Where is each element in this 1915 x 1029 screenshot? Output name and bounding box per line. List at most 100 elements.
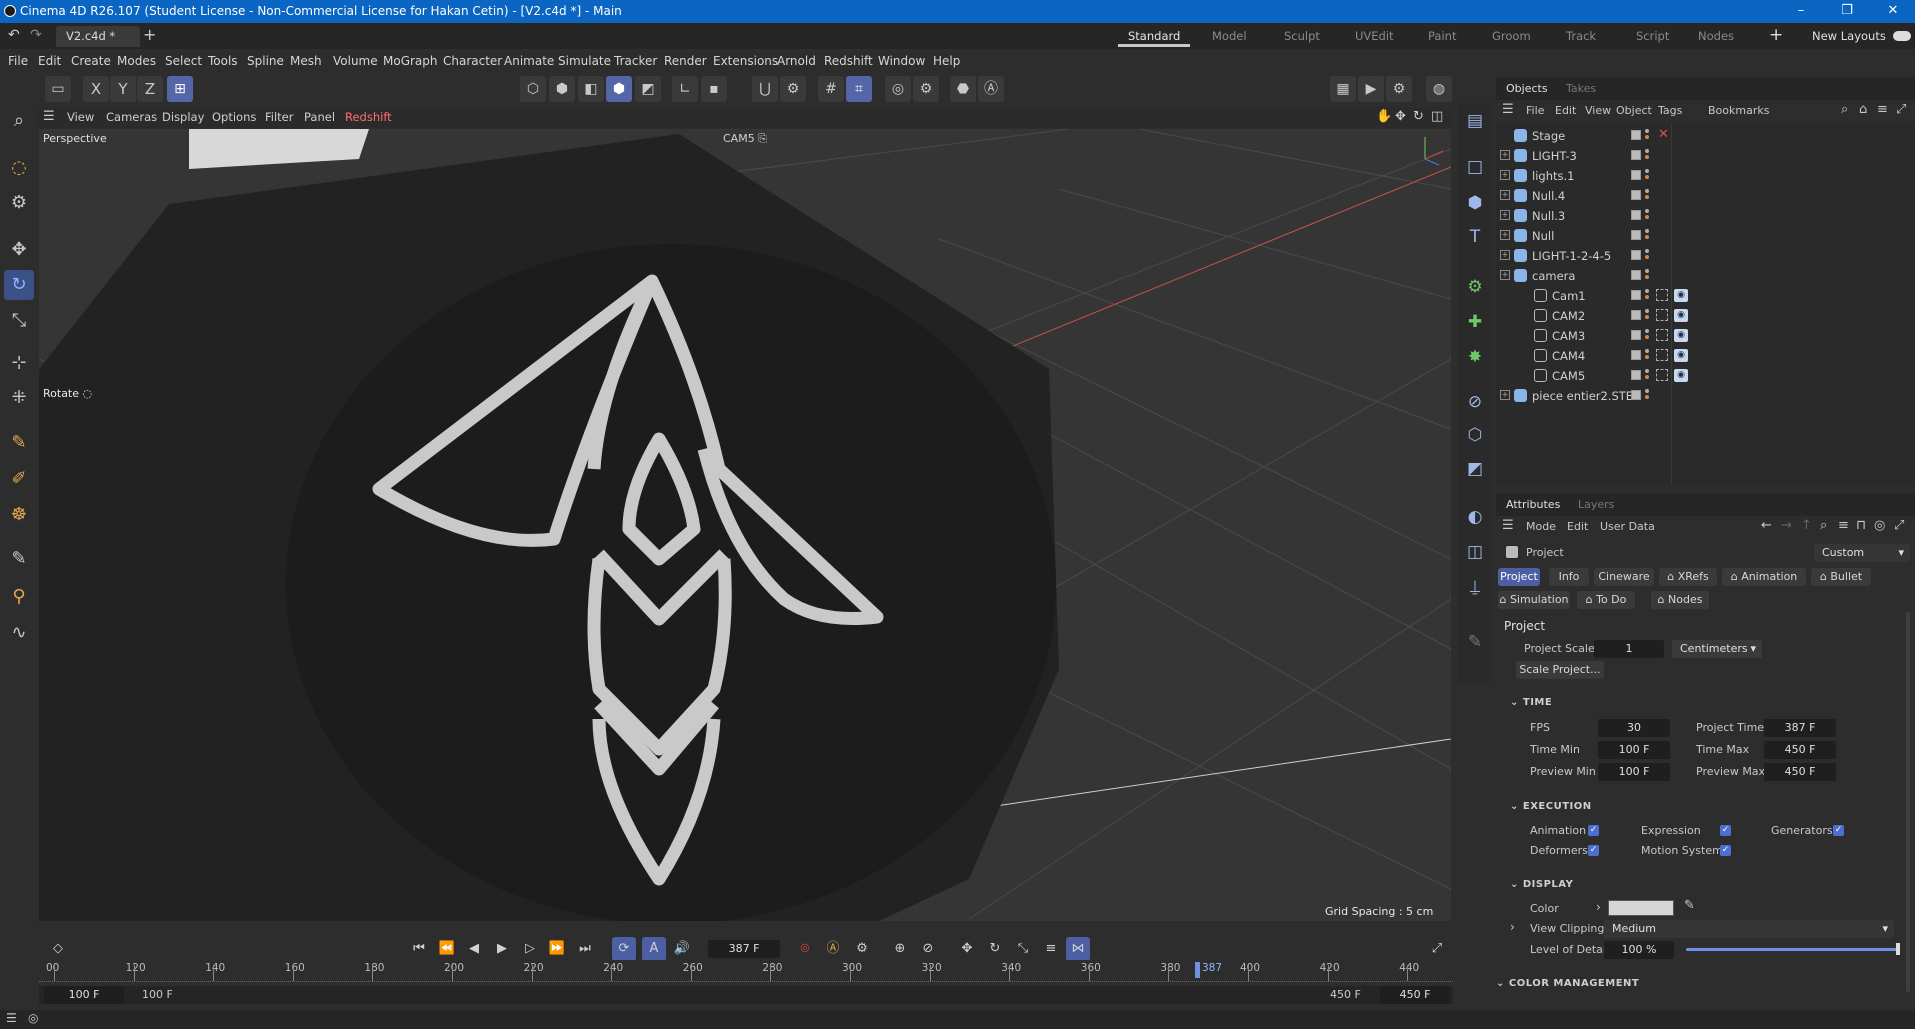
execution-section-header[interactable]: ⌄ EXECUTION — [1510, 801, 1592, 812]
menu-extensions[interactable]: Extensions — [713, 54, 778, 68]
menu-tools[interactable]: Tools — [208, 54, 238, 68]
current-frame-field[interactable]: 387 F — [708, 940, 780, 958]
expand-icon[interactable]: + — [1500, 230, 1510, 240]
attributes-menu-icon[interactable]: ☰ — [1502, 518, 1514, 533]
view-clipping-expand-icon[interactable]: › — [1510, 920, 1515, 934]
scene-icon[interactable]: ⬡ — [1462, 421, 1488, 449]
preview-min-field[interactable]: 100 F — [1598, 763, 1670, 781]
camera-tag-icon[interactable]: ◉ — [1674, 309, 1688, 322]
expand-icon[interactable]: + — [1500, 170, 1510, 180]
expand-icon[interactable]: + — [1500, 250, 1510, 260]
project-scale-field[interactable]: 1 — [1594, 640, 1664, 658]
expand-icon[interactable]: + — [1500, 390, 1510, 400]
target-tag-icon[interactable] — [1656, 329, 1668, 341]
objects-menu-icon[interactable]: ☰ — [1502, 102, 1514, 117]
attr-tab-xrefs[interactable]: ⌂ XRefs — [1659, 568, 1717, 586]
dolly-icon[interactable]: ✥ — [1395, 109, 1406, 124]
viewport-menu-icon[interactable]: ☰ — [43, 109, 55, 124]
pan-icon[interactable]: ✋ — [1376, 109, 1392, 124]
layout-tab-sculpt[interactable]: Sculpt — [1284, 29, 1320, 43]
sound-icon[interactable]: 🔊 — [670, 937, 694, 961]
object-row[interactable]: + Null.3 — [1498, 207, 1818, 227]
autokey-button[interactable]: Ⓐ — [821, 937, 845, 961]
attr-lock-icon[interactable]: ⊓ — [1856, 518, 1866, 533]
back-arrow-icon[interactable]: ← — [1761, 518, 1772, 533]
attr-tab-simulation[interactable]: ⌂ Simulation — [1498, 591, 1570, 609]
maximize-button[interactable]: ❐ — [1824, 0, 1870, 23]
document-tab[interactable]: V2.c4d * — [56, 26, 140, 47]
light-icon[interactable]: ◐ — [1462, 503, 1488, 531]
view-clipping-dropdown[interactable]: Medium ▾ — [1604, 920, 1894, 938]
brush-icon[interactable]: ☸ — [4, 500, 34, 530]
move-tool-icon[interactable]: ✥ — [4, 235, 34, 265]
play-button[interactable]: ▶ — [490, 937, 514, 961]
scale-tool-icon[interactable]: ⤡ — [4, 306, 34, 336]
expand-icon[interactable]: + — [1500, 150, 1510, 160]
orbit-icon[interactable]: ↻ — [1413, 109, 1424, 124]
preview-max-field[interactable]: 450 F — [1764, 763, 1836, 781]
visibility-checkbox[interactable] — [1631, 190, 1641, 200]
paint-icon[interactable]: ✎ — [4, 544, 34, 574]
visibility-checkbox[interactable] — [1631, 130, 1641, 140]
render-visibility-dots[interactable] — [1645, 169, 1649, 183]
text-spline-icon[interactable]: T — [1462, 223, 1488, 251]
viewport-menu-options[interactable]: Options — [212, 110, 256, 124]
previous-key-button[interactable]: ⏪ — [435, 937, 459, 961]
keyframe-settings-icon[interactable]: ⚙ — [850, 937, 874, 961]
layout-tab-groom[interactable]: Groom — [1492, 29, 1531, 43]
object-row[interactable]: CAM5 ◉ — [1498, 367, 1818, 387]
target-tag-icon[interactable] — [1656, 349, 1668, 361]
exec-generators-checkbox[interactable]: ✓ — [1833, 825, 1844, 836]
key-position-icon[interactable]: ⊕ — [888, 937, 912, 961]
target-tag-icon[interactable] — [1656, 309, 1668, 321]
minimize-button[interactable]: – — [1778, 0, 1824, 23]
key-pla-icon[interactable]: ⋈ — [1066, 937, 1090, 961]
time-section-header[interactable]: ⌄ TIME — [1510, 697, 1552, 708]
exec-expression-checkbox[interactable]: ✓ — [1720, 825, 1731, 836]
menu-simulate[interactable]: Simulate — [558, 54, 611, 68]
snap-settings-icon[interactable]: ⚙ — [780, 76, 806, 102]
loop-button[interactable]: ⟳ — [612, 937, 636, 961]
project-time-field[interactable]: 387 F — [1764, 719, 1836, 737]
attr-search-icon[interactable]: ⌕ — [1820, 518, 1827, 533]
x-axis-button[interactable]: X — [83, 76, 109, 102]
z-axis-button[interactable]: Z — [137, 76, 163, 102]
visibility-checkbox[interactable] — [1631, 290, 1641, 300]
fps-field[interactable]: 30 — [1598, 719, 1670, 737]
target-tag-icon[interactable] — [1656, 289, 1668, 301]
attr-expand-icon[interactable]: ⤢ — [1894, 518, 1904, 533]
target-tag-icon[interactable] — [1656, 369, 1668, 381]
attr-menu-user-data[interactable]: User Data — [1600, 520, 1655, 533]
viewport-menu-filter[interactable]: Filter — [265, 110, 293, 124]
camera-tag-icon[interactable]: ◉ — [1674, 349, 1688, 362]
scale-project-button[interactable]: Scale Project... — [1516, 661, 1604, 679]
layout-tab-model[interactable]: Model — [1212, 29, 1247, 43]
camera-tag-icon[interactable]: ◉ — [1674, 329, 1688, 342]
menu-redshift[interactable]: Redshift — [824, 54, 873, 68]
soft-selection-icon[interactable]: ◎ — [885, 76, 911, 102]
menu-mesh[interactable]: Mesh — [290, 54, 322, 68]
redo-icon[interactable]: ↷ — [30, 27, 42, 43]
exec-motion-system-checkbox[interactable]: ✓ — [1720, 845, 1731, 856]
menu-volume[interactable]: Volume — [333, 54, 378, 68]
object-row[interactable]: + LIGHT-3 — [1498, 147, 1818, 167]
coordinate-system-icon[interactable]: ⊞ — [167, 76, 193, 102]
visibility-checkbox[interactable] — [1631, 370, 1641, 380]
tab-objects[interactable]: Objects — [1506, 82, 1548, 95]
render-visibility-dots[interactable] — [1645, 389, 1649, 403]
edges-mode-icon[interactable]: ⬢ — [549, 76, 575, 102]
objects-filter-icon[interactable]: ≡ — [1877, 102, 1888, 117]
object-row[interactable]: + LIGHT-1-2-4-5 — [1498, 247, 1818, 267]
attr-menu-mode[interactable]: Mode — [1526, 520, 1556, 533]
key-param-icon[interactable]: ≡ — [1039, 937, 1063, 961]
magnet-snap-icon[interactable]: ⋃ — [752, 76, 778, 102]
lod-field[interactable]: 100 % — [1604, 941, 1674, 959]
expand-icon[interactable]: + — [1500, 210, 1510, 220]
objects-menu-object[interactable]: Object — [1616, 104, 1652, 117]
color-expand-icon[interactable]: › — [1596, 900, 1601, 914]
project-scale-unit-dropdown[interactable]: Centimeters ▾ — [1672, 640, 1762, 658]
render-visibility-dots[interactable] — [1645, 229, 1649, 243]
timeline-expand-icon[interactable]: ⤢ — [1425, 937, 1449, 961]
symmetry-icon[interactable]: ⚙ — [913, 76, 939, 102]
preview-min-left-field[interactable]: 100 F — [44, 986, 124, 1004]
